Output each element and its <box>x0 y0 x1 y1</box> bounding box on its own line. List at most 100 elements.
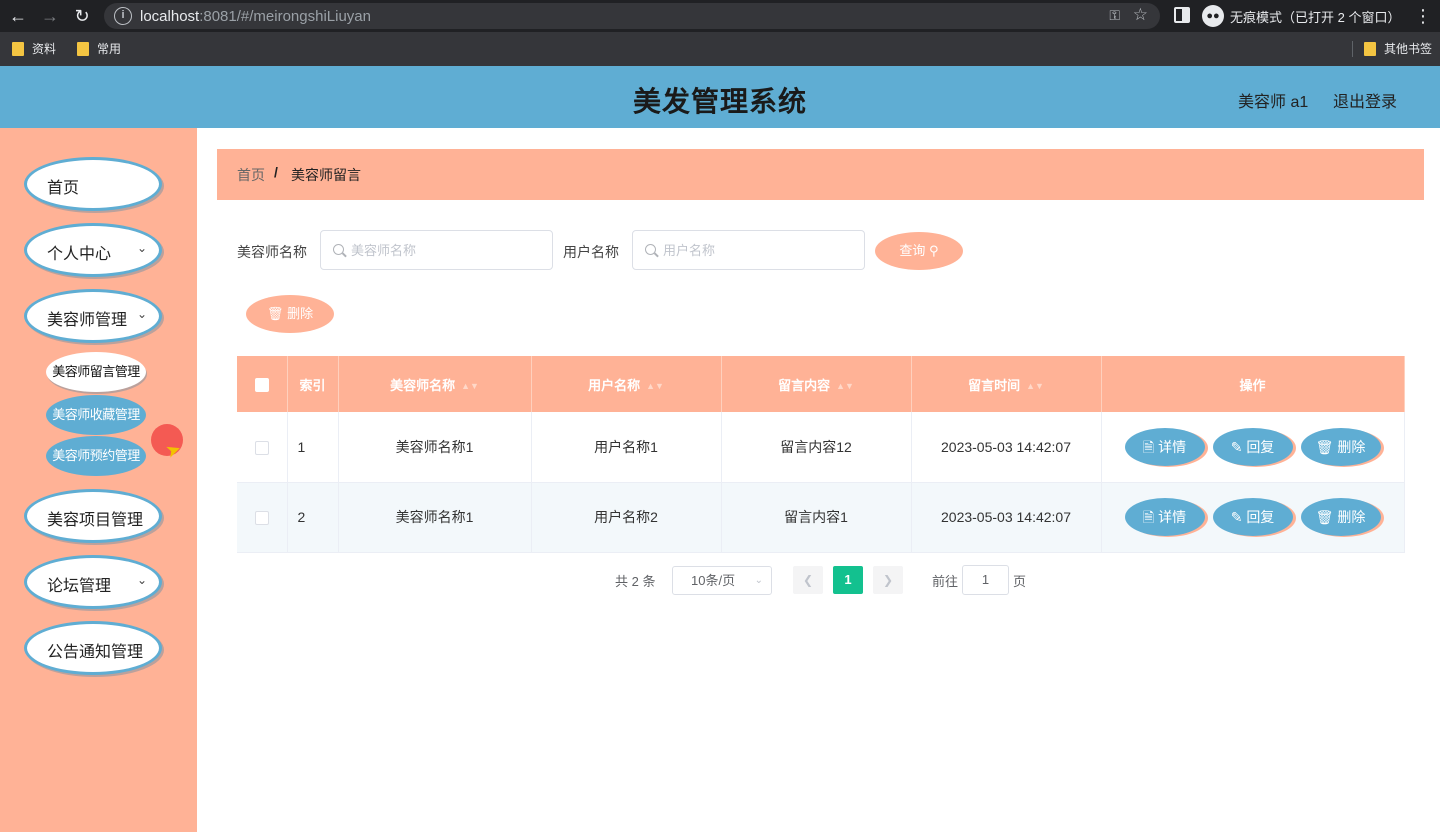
cell-user-name: 用户名称1 <box>531 412 722 483</box>
reply-button[interactable]: ✎ 回复 <box>1212 498 1293 536</box>
sidebar-subitem-message-management[interactable]: 美容师留言管理 <box>46 352 146 392</box>
current-user: 美容师 a1 <box>1238 94 1309 111</box>
table-header-row: 索引 美容师名称 ▲▼ 用户名称 ▲▼ 留言内容 ▲▼ 留言时间 ▲▼ 操作 <box>237 356 1405 412</box>
sidebar-item-personal-center[interactable]: 个人中心 ⌄ <box>24 223 162 277</box>
search-icon <box>333 244 344 255</box>
delete-button[interactable]: 🗑 删除 <box>1300 498 1381 536</box>
sidebar-item-beautician-management[interactable]: 美容师管理 ⌄ <box>24 289 162 343</box>
user-name-input[interactable] <box>663 240 853 260</box>
select-all-checkbox[interactable] <box>254 377 269 392</box>
goto-page-input[interactable]: 1 <box>962 565 1009 595</box>
reply-button[interactable]: ✎ 回复 <box>1212 427 1293 466</box>
detail-button[interactable]: 🗎 详情 <box>1124 498 1205 536</box>
app-title: 美发管理系统 <box>632 86 807 117</box>
table-row: 2 美容师名称1 用户名称2 留言内容1 2023-05-03 14:42:07… <box>237 482 1405 553</box>
pagination-total: 共 2 条 <box>615 574 656 589</box>
sidebar-subitem-favorites-management[interactable]: 美容师收藏管理 <box>46 395 146 435</box>
address-bar[interactable]: i localhost:8081/#/meirongshiLiuyan ⚿ ☆ <box>104 3 1160 29</box>
folder-icon <box>1364 41 1376 56</box>
beautician-name-input[interactable] <box>351 240 541 260</box>
sidebar-item-home[interactable]: 首页 <box>24 157 162 211</box>
row-checkbox[interactable] <box>254 440 269 455</box>
page-number-current[interactable]: 1 <box>833 566 863 594</box>
header-index: 索引 <box>287 356 339 412</box>
bookmark-star-icon[interactable]: ☆ <box>1133 5 1148 25</box>
page-size-select[interactable]: 10条/页 ⌄ <box>672 566 772 595</box>
key-icon[interactable]: ⚿ <box>1109 7 1120 24</box>
cell-index: 2 <box>287 482 339 553</box>
row-checkbox[interactable] <box>254 511 269 526</box>
sidebar-item-announcement-management[interactable]: 公告通知管理 <box>24 621 162 675</box>
sidebar-item-forum-management[interactable]: 论坛管理 ⌄ <box>24 555 162 609</box>
chevron-down-icon: ⌄ <box>136 573 147 587</box>
breadcrumb-separator: / <box>274 164 278 180</box>
search-icon: ⚲ <box>929 243 939 258</box>
bookmarks-bar: 资料 常用 其他书签 <box>0 32 1440 66</box>
bookmark-folder-2[interactable]: 常用 <box>77 40 121 57</box>
chevron-up-icon: ⌄ <box>136 307 147 321</box>
trash-icon: 🗑 <box>266 306 284 321</box>
cell-actions: 🗎 详情 ✎ 回复 🗑 删除 <box>1101 482 1405 553</box>
logout-link[interactable]: 退出登录 <box>1333 88 1397 112</box>
query-button[interactable]: 查询 ⚲ <box>875 232 963 270</box>
sidebar-item-label: 个人中心 <box>47 246 112 263</box>
sort-icon[interactable]: ▲▼ <box>836 381 854 391</box>
trash-icon: 🗑 <box>1315 509 1334 525</box>
chevron-down-icon: ⌄ <box>136 241 147 255</box>
sidebar-item-label: 首页 <box>47 180 80 197</box>
back-icon[interactable]: ← <box>6 4 30 28</box>
next-page-button[interactable]: ❯ <box>873 566 903 594</box>
side-panel-icon[interactable] <box>1174 7 1190 23</box>
sidebar-item-label: 论坛管理 <box>47 578 112 595</box>
bookmarks-separator <box>1352 41 1353 57</box>
breadcrumb-home[interactable]: 首页 <box>237 165 265 185</box>
header-select-all[interactable] <box>237 356 288 412</box>
sidebar-item-label: 美容师管理 <box>47 312 128 329</box>
beautician-name-label: 美容师名称 <box>237 244 307 260</box>
breadcrumb: 首页 / 美容师留言 <box>217 149 1424 200</box>
detail-button[interactable]: 🗎 详情 <box>1124 427 1205 466</box>
forward-icon[interactable]: → <box>38 4 62 28</box>
document-icon: 🗎 <box>1142 509 1155 525</box>
other-bookmarks[interactable]: 其他书签 <box>1364 40 1432 57</box>
delete-button[interactable]: 🗑 删除 <box>1300 427 1381 466</box>
browser-toolbar: ← → ↻ i localhost:8081/#/meirongshiLiuya… <box>0 0 1440 32</box>
browser-menu-icon[interactable]: ⋮ <box>1414 5 1432 27</box>
cell-message-time: 2023-05-03 14:42:07 <box>911 482 1102 553</box>
header-message-content[interactable]: 留言内容 ▲▼ <box>721 356 912 412</box>
goto-label: 前往 <box>932 574 959 589</box>
user-name-label: 用户名称 <box>563 244 619 260</box>
table-row: 1 美容师名称1 用户名称1 留言内容12 2023-05-03 14:42:0… <box>237 412 1405 483</box>
reload-icon[interactable]: ↻ <box>70 4 94 28</box>
search-icon <box>645 244 656 255</box>
incognito-indicator[interactable]: ●● 无痕模式（已打开 2 个窗口） <box>1202 3 1400 29</box>
sort-icon[interactable]: ▲▼ <box>1026 381 1044 391</box>
site-info-icon[interactable]: i <box>114 7 132 25</box>
trash-icon: 🗑 <box>1315 438 1334 455</box>
sidebar-subitem-appointment-management[interactable]: 美容师预约管理 <box>46 436 146 476</box>
user-name-field[interactable] <box>632 230 865 270</box>
chevron-down-icon: ⌄ <box>754 575 763 586</box>
beautician-name-field[interactable] <box>320 230 553 270</box>
edit-icon: ✎ <box>1230 438 1243 455</box>
page-size-value: 10条/页 <box>691 573 736 588</box>
cell-message-content: 留言内容12 <box>721 412 912 483</box>
sort-icon[interactable]: ▲▼ <box>461 381 479 391</box>
batch-delete-button[interactable]: 🗑 删除 <box>246 295 334 333</box>
page-unit-label: 页 <box>1013 574 1027 589</box>
incognito-icon: ●● <box>1202 5 1224 27</box>
cell-user-name: 用户名称2 <box>531 482 722 553</box>
document-icon: 🗎 <box>1142 438 1155 455</box>
cell-actions: 🗎 详情 ✎ 回复 🗑 删除 <box>1101 412 1405 483</box>
header-beautician-name[interactable]: 美容师名称 ▲▼ <box>338 356 532 412</box>
header-actions: 操作 <box>1101 356 1405 412</box>
sidebar-item-beauty-project-management[interactable]: 美容项目管理 <box>24 489 162 543</box>
cell-index: 1 <box>287 412 339 483</box>
header-user-name[interactable]: 用户名称 ▲▼ <box>531 356 722 412</box>
bookmark-folder-1[interactable]: 资料 <box>12 40 56 57</box>
sort-icon[interactable]: ▲▼ <box>646 381 664 391</box>
cell-message-content: 留言内容1 <box>721 482 912 553</box>
cell-beautician-name: 美容师名称1 <box>338 412 532 483</box>
header-message-time[interactable]: 留言时间 ▲▼ <box>911 356 1102 412</box>
prev-page-button[interactable]: ❮ <box>793 566 823 594</box>
